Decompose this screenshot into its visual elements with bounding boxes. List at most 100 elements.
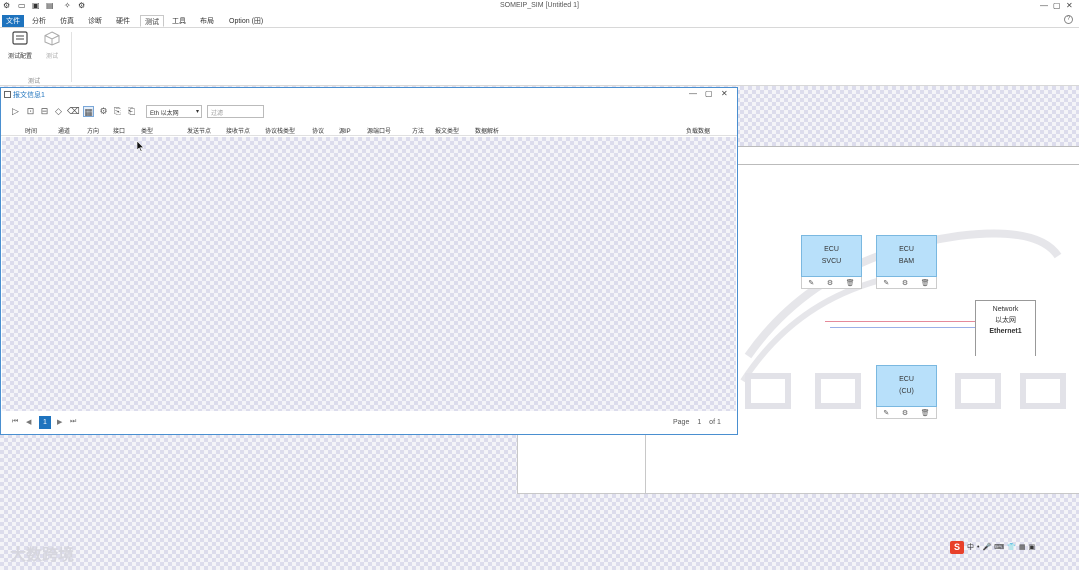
cube-icon	[44, 31, 60, 46]
tools-icon[interactable]: ▣	[1029, 543, 1036, 551]
close-button[interactable]: ✕	[1066, 1, 1073, 10]
ecu-name: SVCU	[821, 258, 842, 265]
menu-tools[interactable]: 工具	[168, 15, 190, 27]
channel-select[interactable]: Eth 以太网 ▾	[146, 105, 202, 118]
dialog-titlebar[interactable]: 报文信息1 — ▢ ✕	[1, 88, 737, 102]
network-node[interactable]: Network 以太网 Ethernet1	[975, 300, 1036, 356]
menu-diagnostics[interactable]: 诊断	[84, 15, 106, 27]
gear-icon[interactable]: ⚙	[902, 409, 908, 417]
keyboard-icon[interactable]: ⌨	[994, 543, 1004, 551]
current-page-button[interactable]: 1	[39, 416, 51, 429]
apps-grid-icon[interactable]: ▦	[1019, 543, 1026, 551]
filter-settings-icon[interactable]: ⚙	[98, 106, 109, 117]
col-stack-type[interactable]: 协议栈类型	[265, 126, 295, 135]
pager: ⏮ ◀ 1 ▶ ⏭ Page 1 of 1	[1, 413, 737, 433]
test-config-label: 测试配置	[7, 54, 32, 60]
ecu-title: ECU	[899, 246, 914, 253]
col-payload[interactable]: 负载数据	[686, 126, 710, 135]
test-config-button[interactable]: 测试配置	[6, 31, 34, 60]
network-type: Network	[992, 306, 1019, 313]
ecu-node-svcu[interactable]: ECU SVCU ✎ ⚙ 🗑	[801, 235, 862, 289]
title-bar: ⚙ ▭ ▣ ▤ ✧ ⚙ SOMEIP_SIM [Untitled 1] — ▢ …	[0, 0, 1079, 13]
ime-sogou-icon[interactable]: S	[950, 540, 964, 554]
minimize-button[interactable]: —	[1040, 1, 1048, 10]
menu-option[interactable]: Option (田)	[225, 15, 267, 27]
filter-input[interactable]: 过滤	[207, 105, 264, 118]
col-src-port[interactable]: 源端口号	[367, 126, 391, 135]
test-button[interactable]: 测试	[38, 31, 66, 60]
page-indicator: Page 1 of 1	[673, 419, 721, 426]
ecu-title: ECU	[899, 376, 914, 383]
dialog-toolbar: ▷ ⊡ ⊟ ◇ ⌫ ▦ ⚙ ⎘ ⎗ Eth 以太网 ▾ 过滤	[1, 103, 737, 121]
next-page-icon[interactable]: ▶	[57, 418, 62, 426]
grid-header: 时间 通道 方向 接口 类型 发送节点 接收节点 协议栈类型 协议 源IP 源端…	[1, 123, 737, 136]
paste-icon[interactable]: ⎗	[126, 106, 137, 117]
col-channel[interactable]: 通道	[58, 126, 70, 135]
menu-analysis[interactable]: 分析	[28, 15, 50, 27]
scroll-lock-icon[interactable]: ▦	[83, 106, 94, 117]
edit-icon[interactable]: ✎	[883, 279, 889, 287]
ecu-name: BAM	[898, 258, 915, 265]
col-interface[interactable]: 接口	[113, 126, 125, 135]
message-info-window[interactable]: 报文信息1 — ▢ ✕ ▷ ⊡ ⊟ ◇ ⌫ ▦ ⚙ ⎘ ⎗ Eth 以太网 ▾ …	[0, 87, 738, 435]
edit-icon[interactable]: ✎	[808, 279, 814, 287]
bus-line-blue	[830, 327, 975, 328]
col-method[interactable]: 方法	[412, 126, 424, 135]
page-total: of 1	[709, 419, 721, 426]
system-tray: S 中 • 🎤 ⌨ 👕 ▦ ▣	[950, 540, 1062, 554]
col-protocol[interactable]: 协议	[312, 126, 324, 135]
edit-icon[interactable]: ✎	[883, 409, 889, 417]
export-icon[interactable]: ⊟	[39, 106, 50, 117]
col-msg-type[interactable]: 报文类型	[435, 126, 459, 135]
ime-language[interactable]: 中	[967, 542, 974, 552]
help-icon[interactable]: ?	[1064, 15, 1073, 24]
grid-body[interactable]	[2, 137, 736, 411]
punctuation-icon[interactable]: •	[977, 544, 979, 551]
window-icon	[4, 91, 11, 98]
delete-icon[interactable]: 🗑	[921, 409, 930, 417]
microphone-icon[interactable]: 🎤	[982, 543, 991, 551]
test-label: 测试	[45, 54, 58, 60]
dialog-close-button[interactable]: ✕	[721, 89, 728, 98]
ecu-node-bam[interactable]: ECU BAM ✎ ⚙ 🗑	[876, 235, 937, 289]
delete-icon[interactable]: ⌫	[67, 106, 80, 117]
col-receiver[interactable]: 接收节点	[226, 126, 250, 135]
ribbon-group-label: 测试	[28, 79, 41, 85]
menu-simulation[interactable]: 仿真	[56, 15, 78, 27]
first-page-icon[interactable]: ⏮	[12, 418, 18, 426]
gear-icon[interactable]: ⚙	[827, 279, 833, 287]
ecu-node-cu[interactable]: ECU (CU) ✎ ⚙ 🗑	[876, 365, 937, 419]
dialog-title: 报文信息1	[13, 92, 45, 99]
col-data-parse[interactable]: 数据解析	[475, 126, 499, 135]
mouse-cursor	[136, 140, 145, 152]
cursor-arrow-icon	[136, 140, 145, 152]
menu-layout[interactable]: 布局	[196, 15, 218, 27]
clear-icon[interactable]: ◇	[53, 106, 64, 117]
menu-hardware[interactable]: 硬件	[112, 15, 134, 27]
play-icon[interactable]: ▷	[10, 106, 21, 117]
col-direction[interactable]: 方向	[87, 126, 99, 135]
col-time[interactable]: 时间	[25, 126, 37, 135]
ribbon: 测试配置 测试 测试	[0, 28, 1079, 86]
col-sender[interactable]: 发送节点	[187, 126, 211, 135]
delete-icon[interactable]: 🗑	[921, 279, 930, 287]
col-type[interactable]: 类型	[141, 126, 153, 135]
chevron-down-icon: ▾	[195, 109, 199, 115]
dialog-maximize-button[interactable]: ▢	[705, 89, 713, 98]
page-label: Page	[673, 419, 690, 426]
skin-icon[interactable]: 👕	[1007, 543, 1016, 551]
canvas-rule-bottom	[737, 164, 1079, 165]
copy-icon[interactable]: ⎘	[112, 106, 123, 117]
menu-file[interactable]: 文件	[2, 15, 24, 27]
col-src-ip[interactable]: 源IP	[339, 126, 351, 135]
page-number[interactable]: 1	[697, 419, 701, 426]
delete-icon[interactable]: 🗑	[846, 279, 855, 287]
dialog-minimize-button[interactable]: —	[689, 89, 697, 98]
bus-line-red	[825, 321, 975, 322]
maximize-button[interactable]: ▢	[1053, 1, 1061, 10]
last-page-icon[interactable]: ⏭	[70, 418, 76, 426]
gear-icon[interactable]: ⚙	[902, 279, 908, 287]
prev-page-icon[interactable]: ◀	[26, 418, 31, 426]
menu-test[interactable]: 测试	[140, 15, 164, 27]
stop-icon[interactable]: ⊡	[25, 106, 36, 117]
